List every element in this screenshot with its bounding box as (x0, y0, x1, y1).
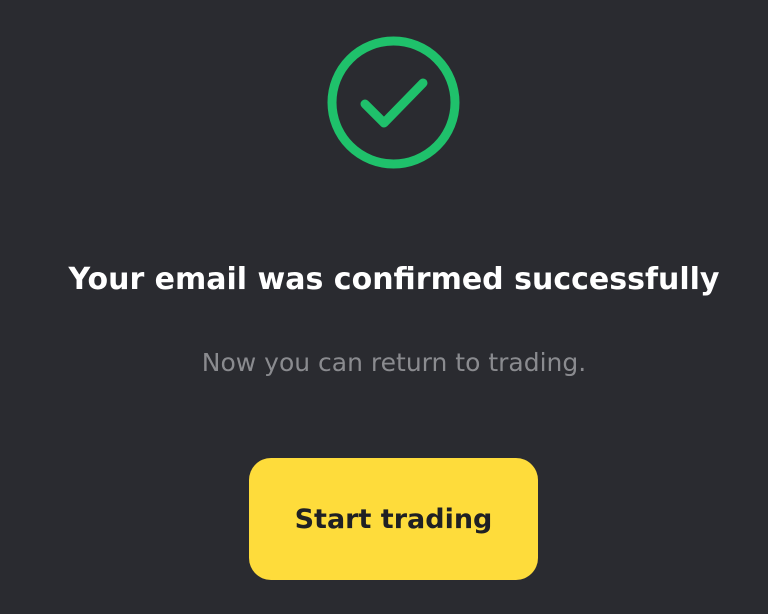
check-circle-icon (327, 36, 460, 169)
confirmation-subtitle: Now you can return to trading. (201, 348, 587, 377)
start-trading-button[interactable]: Start trading (249, 458, 538, 580)
success-check-icon (327, 36, 460, 169)
confirmation-title: Your email was confirmed successfully (68, 262, 720, 297)
